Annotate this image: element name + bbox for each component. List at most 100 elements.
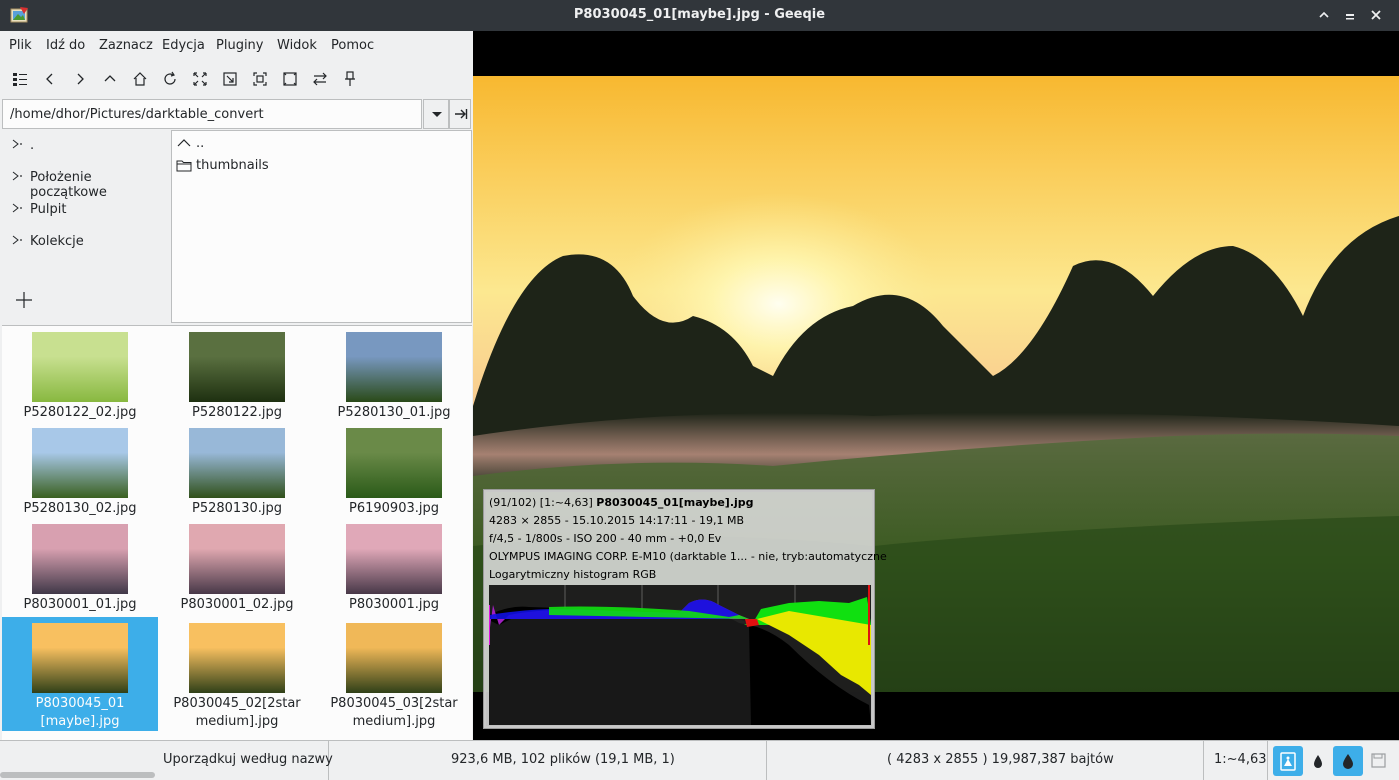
thumbnail-item[interactable]: P8030001_02.jpg <box>159 518 315 614</box>
minimize-button[interactable] <box>1340 5 1360 25</box>
thumbnail-image <box>32 428 128 498</box>
thumbnail-item[interactable]: P5280130_01.jpg <box>316 326 472 422</box>
rgb-histogram <box>489 585 871 725</box>
menu-zaznacz[interactable]: Zaznacz <box>99 38 153 53</box>
image-info-segment: ( 4283 x 2855 ) 19,987,387 bajtów <box>767 741 1204 780</box>
exif-rotate-icon <box>1280 752 1296 771</box>
zoom-level: 1:~4,63 <box>1214 752 1267 767</box>
jump-to-icon <box>455 109 468 119</box>
zoom-in-button[interactable] <box>190 69 210 89</box>
thumbnail-image <box>189 428 285 498</box>
thumbnail-item[interactable]: P5280130.jpg <box>159 422 315 518</box>
zoom-out-icon <box>223 72 237 86</box>
preferences-button[interactable] <box>310 69 330 89</box>
up-button[interactable] <box>100 69 120 89</box>
zoom-out-button[interactable] <box>220 69 240 89</box>
thumbnail-caption: P8030045_02[2star medium].jpg <box>173 696 301 729</box>
back-button[interactable] <box>40 69 60 89</box>
thumbnail-image <box>189 623 285 693</box>
bookmark-collections[interactable]: Kolekcje <box>2 226 170 256</box>
bookmark-home[interactable]: Położenie początkowe <box>2 162 170 200</box>
sort-label: Uporządkuj według nazwy <box>163 752 333 767</box>
menu-edycja[interactable]: Edycja <box>162 38 205 53</box>
drop-icon <box>1314 755 1322 768</box>
add-bookmark-icon[interactable] <box>14 290 34 310</box>
close-button[interactable] <box>1366 5 1386 25</box>
grayscale-button[interactable] <box>1303 746 1333 776</box>
thumbnail-caption: P5280122.jpg <box>192 405 282 420</box>
thumbnail-grid: P5280122_02.jpg P5280122.jpg P5280130_01.j… <box>2 325 472 740</box>
thumbnails-button[interactable] <box>10 69 30 89</box>
menu-bar: Plik Idź do Zaznacz Edycja Pluginy Widok… <box>0 31 473 61</box>
thumbnail-item[interactable]: P6190903.jpg <box>316 422 472 518</box>
thumbnail-caption: P5280130_02.jpg <box>23 501 137 516</box>
thumbnail-item[interactable]: P5280130_02.jpg <box>2 422 158 518</box>
path-history-dropdown[interactable] <box>423 99 449 129</box>
thumbnail-image <box>346 623 442 693</box>
menu-plik[interactable]: Plik <box>9 38 32 53</box>
thumbnail-image <box>189 332 285 402</box>
thumbnail-image <box>346 524 442 594</box>
overlay-line-camera: OLYMPUS IMAGING CORP. E-M10 (darktable 1… <box>489 550 887 563</box>
zoom-fit-button[interactable] <box>250 69 270 89</box>
zoom-segment: 1:~4,63 <box>1204 741 1268 780</box>
bookmark-current[interactable]: . <box>2 130 170 160</box>
thumbnail-caption: P8030001_02.jpg <box>180 597 294 612</box>
thumbnail-image <box>346 332 442 402</box>
exif-rotate-button[interactable] <box>1273 746 1303 776</box>
pin-icon <box>345 71 355 86</box>
menu-pluginy[interactable]: Pluginy <box>216 38 264 53</box>
thumbnail-item[interactable]: P8030045_02[2star medium].jpg <box>159 617 315 731</box>
keep-above-button[interactable] <box>1314 5 1334 25</box>
title-bar: P8030045_01[maybe].jpg - Geeqie <box>0 0 1399 31</box>
save-icon <box>1371 753 1386 768</box>
chevron-right-icon <box>77 73 84 85</box>
thumbnail-caption: P8030045_01 [maybe].jpg <box>35 696 125 729</box>
zoom-original-button[interactable] <box>280 69 300 89</box>
refresh-button[interactable] <box>160 69 180 89</box>
image-dimensions: ( 4283 x 2855 ) 19,987,387 bajtów <box>887 752 1114 767</box>
path-go-button[interactable] <box>449 99 471 129</box>
thumbnail-item[interactable]: P5280122.jpg <box>159 326 315 422</box>
home-button[interactable] <box>130 69 150 89</box>
expand-arrow-icon <box>12 139 22 149</box>
sort-segment[interactable]: Uporządkuj według nazwy <box>0 741 333 780</box>
thumbnail-image <box>346 428 442 498</box>
list-item-parent[interactable]: .. <box>176 133 466 155</box>
thumbnail-image <box>32 524 128 594</box>
pin-button[interactable] <box>340 69 360 89</box>
overlay-filename: P8030045_01[maybe].jpg <box>596 496 754 509</box>
overlay-line-histogram-label: Logarytmiczny histogram RGB <box>489 568 657 581</box>
forward-button[interactable] <box>70 69 90 89</box>
thumbnail-item[interactable]: P8030001.jpg <box>316 518 472 614</box>
overlay-line-position: (91/102) [1:~4,63] P8030045_01[maybe].jp… <box>489 496 754 509</box>
thumbnails-icon <box>13 73 27 86</box>
home-icon <box>133 72 147 86</box>
list-item-thumbnails[interactable]: thumbnails <box>176 155 466 177</box>
left-panel: Plik Idź do Zaznacz Edycja Pluginy Widok… <box>0 31 473 740</box>
chevron-left-icon <box>46 73 53 85</box>
thumbnail-item[interactable]: P8030045_01 [maybe].jpg <box>2 617 158 731</box>
path-row <box>2 99 471 129</box>
color-drop-icon <box>1343 754 1353 769</box>
thumbnail-scrollbar[interactable] <box>0 772 155 778</box>
save-metadata-button[interactable] <box>1363 746 1393 776</box>
sliders-icon <box>313 72 327 86</box>
color-profile-button[interactable] <box>1333 746 1363 776</box>
thumbnail-item[interactable]: P8030001_01.jpg <box>2 518 158 614</box>
bookmark-desktop[interactable]: Pulpit <box>2 194 170 224</box>
menu-widok[interactable]: Widok <box>277 38 317 53</box>
path-input[interactable] <box>2 99 422 129</box>
thumbnail-item[interactable]: P5280122_02.jpg <box>2 326 158 422</box>
thumbnail-caption: P8030001.jpg <box>349 597 439 612</box>
expand-arrow-icon <box>12 203 22 213</box>
image-info-overlay: (91/102) [1:~4,63] P8030045_01[maybe].jp… <box>484 490 887 728</box>
thumbnail-item[interactable]: P8030045_03[2star medium].jpg <box>316 617 472 731</box>
thumbnail-image <box>189 524 285 594</box>
menu-idz-do[interactable]: Idź do <box>46 38 85 53</box>
zoom-original-icon <box>283 72 297 86</box>
collection-info: 923,6 MB, 102 plików (19,1 MB, 1) <box>451 752 675 767</box>
menu-pomoc[interactable]: Pomoc <box>331 38 374 53</box>
folder-icon <box>176 160 192 172</box>
minimize-icon <box>1346 14 1354 20</box>
